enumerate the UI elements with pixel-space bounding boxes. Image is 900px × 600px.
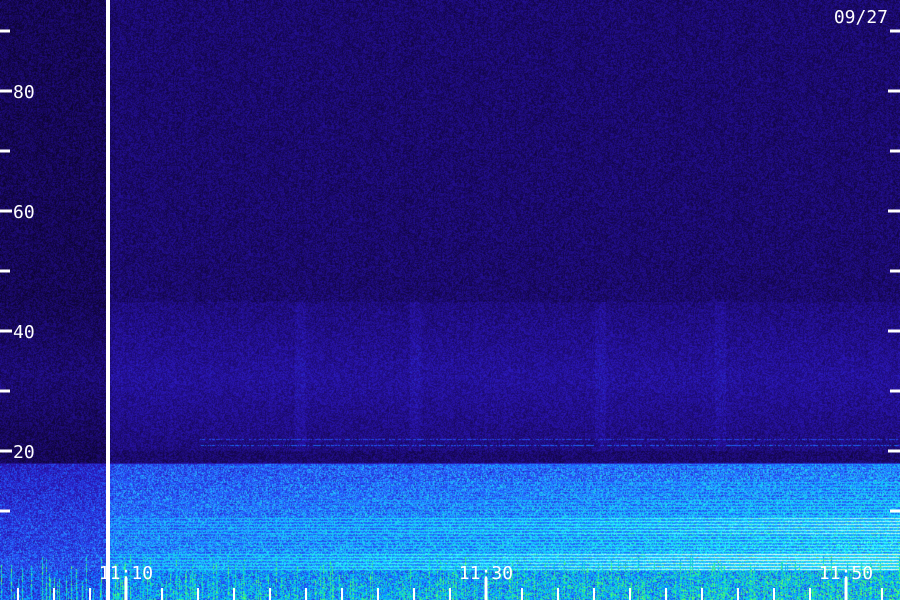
spectrogram-heatmap [0,0,900,600]
spectrogram-chart: 20406080100 11:1011:3011:50 09/27 [0,0,900,600]
